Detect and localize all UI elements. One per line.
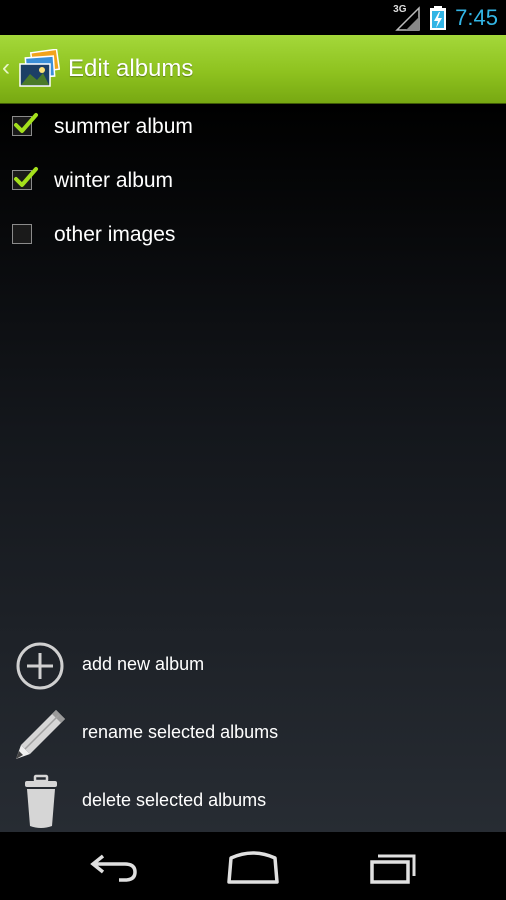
action-label: add new album bbox=[82, 654, 205, 674]
network-type-label: 3G bbox=[393, 4, 407, 15]
back-icon[interactable] bbox=[81, 846, 145, 886]
signal-icon: 3G bbox=[393, 4, 421, 31]
pencil-icon bbox=[16, 710, 65, 759]
up-caret-icon[interactable]: ‹ bbox=[2, 55, 10, 81]
gallery-app-icon[interactable] bbox=[18, 49, 60, 89]
checkmark-icon bbox=[14, 167, 38, 187]
album-row-winter[interactable]: winter album bbox=[0, 158, 506, 212]
add-circle-icon bbox=[16, 642, 64, 690]
delete-selected-albums-button[interactable]: delete selected albums bbox=[0, 768, 506, 832]
action-bar: ‹ Edit albums bbox=[0, 35, 506, 104]
status-icons: 3G 7:45 bbox=[393, 3, 498, 33]
navigation-bar bbox=[0, 832, 506, 900]
checkmark-icon bbox=[14, 113, 38, 133]
page-title: Edit albums bbox=[68, 55, 194, 82]
album-label: summer album bbox=[54, 115, 193, 138]
album-checkbox[interactable] bbox=[12, 113, 38, 136]
recent-apps-icon[interactable] bbox=[362, 846, 426, 886]
album-label: winter album bbox=[54, 169, 174, 192]
action-label: rename selected albums bbox=[82, 722, 279, 742]
album-checkbox[interactable] bbox=[12, 167, 38, 190]
action-label: delete selected albums bbox=[82, 790, 267, 810]
album-row-summer[interactable]: summer album bbox=[0, 104, 506, 158]
status-time: 7:45 bbox=[455, 5, 498, 30]
album-checkbox[interactable] bbox=[12, 224, 32, 244]
add-new-album-button[interactable]: add new album bbox=[0, 632, 506, 696]
rename-selected-albums-button[interactable]: rename selected albums bbox=[0, 700, 506, 764]
album-label: other images bbox=[54, 223, 176, 246]
home-icon[interactable] bbox=[221, 846, 285, 886]
status-bar: 3G 7:45 bbox=[0, 0, 506, 35]
album-row-other[interactable]: other images bbox=[0, 212, 506, 266]
battery-charging-icon bbox=[430, 6, 447, 30]
edit-albums-content: summer album winter album other images a… bbox=[0, 104, 506, 832]
trash-icon bbox=[25, 774, 57, 828]
